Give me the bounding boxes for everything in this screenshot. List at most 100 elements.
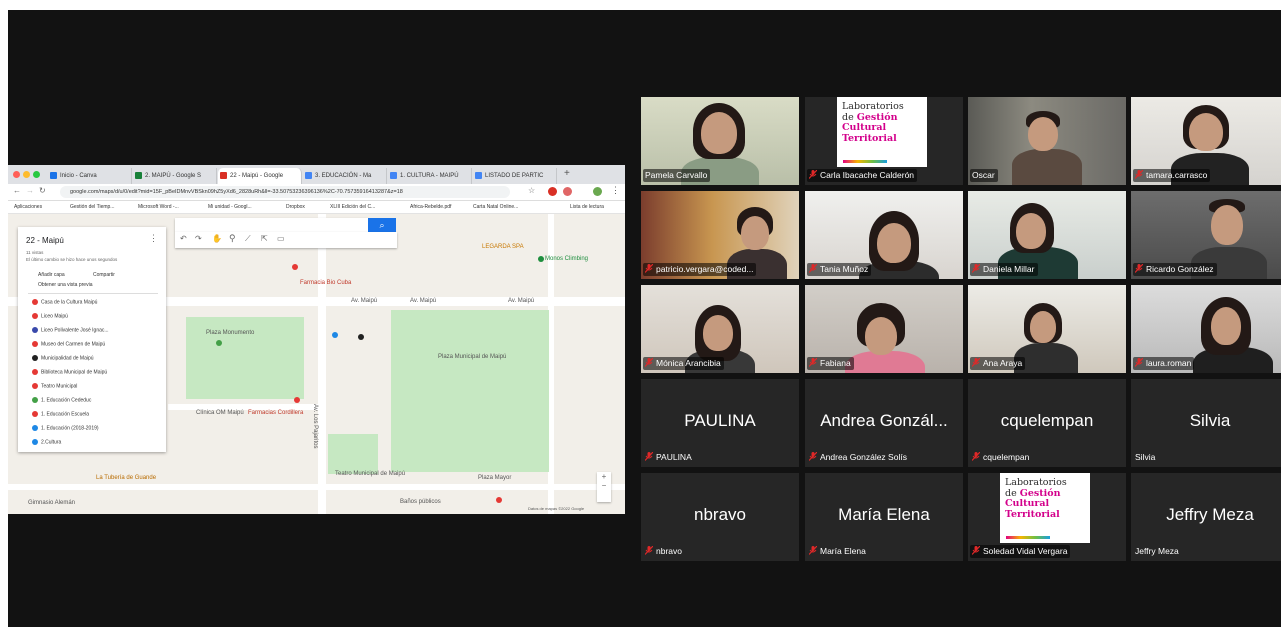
menu-dots-icon[interactable]: ⋮ — [611, 185, 620, 196]
map-search-button[interactable]: ⌕ — [368, 218, 396, 232]
map-layer-item[interactable]: 1. Educación Cededuc — [32, 397, 91, 403]
menu-dots-icon[interactable]: ⋮ — [149, 233, 158, 244]
map-layer-item[interactable]: Liceo Polivalente José Ignac... — [32, 327, 109, 333]
participant-tile[interactable]: Jeffry Meza Jeffry Meza — [1131, 473, 1281, 561]
zoom-out-button[interactable]: − — [597, 481, 611, 490]
participant-name: Ricardo González — [1146, 264, 1214, 274]
participant-tile[interactable]: Silvia Silvia — [1131, 379, 1281, 467]
browser-tab-active[interactable]: 22 - Maipú - Google — [218, 168, 302, 184]
map-pin-icon[interactable] — [358, 334, 364, 340]
participant-name-tag: patricio.vergara@coded... — [643, 263, 757, 276]
share-button[interactable]: Compartir — [93, 272, 115, 278]
browser-tab[interactable]: Inicio - Canva — [48, 168, 132, 184]
participant-tile[interactable]: Laboratorios de Gestión Cultural Territoria… — [805, 97, 963, 185]
map-layer-item[interactable]: 2.Cultura — [32, 439, 61, 445]
participant-display-name: Andrea Gonzál... — [820, 411, 948, 430]
minimize-window-icon[interactable] — [23, 171, 30, 178]
map-pin-icon[interactable] — [496, 497, 502, 503]
new-tab-icon[interactable]: + — [564, 168, 570, 179]
browser-tab[interactable]: 2. MAIPÚ - Google S — [133, 168, 217, 184]
map-layer-item[interactable]: 1. Educación (2018-2019) — [32, 425, 99, 431]
tab-label: Inicio - Canva — [60, 173, 97, 179]
map-label: Farmacias Cordillera — [248, 410, 304, 416]
bookmark-item[interactable]: Lista de lectura — [570, 204, 604, 210]
map-layer-item[interactable]: Teatro Municipal — [32, 383, 77, 389]
participant-tile[interactable]: Mónica Arancibia — [641, 285, 799, 373]
participant-tile[interactable]: Fabiana — [805, 285, 963, 373]
map-label: Clínica OM Maipú — [196, 410, 244, 416]
participant-tile[interactable]: laura.roman — [1131, 285, 1281, 373]
participant-tile[interactable]: PAULINA PAULINA — [641, 379, 799, 467]
directions-icon[interactable]: ⇱ — [261, 234, 268, 243]
map-layer-item[interactable]: Museo del Carmen de Maipú — [32, 341, 105, 347]
marker-icon[interactable]: ⚲ — [229, 233, 236, 244]
map-layer-item[interactable]: Casa de la Cultura Maipú — [32, 299, 97, 305]
google-map[interactable]: Av. Maipú Av. Maipú Av. Maipú Av. Los Pa… — [8, 214, 625, 514]
bookmark-item[interactable]: Mi unidad - Googl... — [208, 204, 252, 210]
participant-tile[interactable]: Tania Muñoz — [805, 191, 963, 279]
participant-tile[interactable]: Oscar — [968, 97, 1126, 185]
map-pin-icon[interactable] — [294, 397, 300, 403]
participant-tile[interactable]: María Elena María Elena — [805, 473, 963, 561]
participant-name: Soledad Vidal Vergara — [983, 546, 1068, 556]
draw-line-icon[interactable]: ⟋ — [245, 234, 251, 244]
participant-name: Silvia — [1135, 452, 1156, 462]
map-pin-icon[interactable] — [216, 340, 222, 346]
muted-mic-icon — [972, 546, 980, 555]
participant-name: Oscar — [972, 170, 995, 180]
participant-tile[interactable]: patricio.vergara@coded... — [641, 191, 799, 279]
map-layer-item[interactable]: Municipalidad de Maipú — [32, 355, 94, 361]
bookmark-star-icon[interactable]: ☆ — [528, 186, 535, 195]
layer-color-icon — [32, 439, 38, 445]
map-layer-label: Biblioteca Municipal de Maipú — [41, 369, 108, 376]
reload-icon[interactable]: ↻ — [39, 186, 46, 195]
participant-name: Fabiana — [820, 358, 851, 368]
bookmark-item[interactable]: XLIII Edición del C... — [330, 204, 375, 210]
preview-button[interactable]: Obtener una vista previa — [38, 282, 92, 288]
participant-tile[interactable]: cquelempan cquelempan — [968, 379, 1126, 467]
maximize-window-icon[interactable] — [33, 171, 40, 178]
bookmark-item[interactable]: Microsoft Word -... — [138, 204, 179, 210]
extension-icon[interactable] — [563, 187, 572, 196]
profile-avatar-icon[interactable] — [593, 187, 602, 196]
bookmark-item[interactable]: Aplicaciones — [14, 204, 42, 210]
bookmark-item[interactable]: Africa-Rebelde.pdf — [410, 204, 451, 210]
participant-name: Carla Ibacache Calderón — [820, 170, 915, 180]
browser-tab[interactable]: 3. EDUCACIÓN - Ma — [303, 168, 387, 184]
map-pin-icon[interactable] — [332, 332, 338, 338]
ruler-icon[interactable]: ▭ — [277, 234, 285, 243]
map-search-input[interactable] — [175, 218, 368, 232]
map-pin-icon[interactable] — [538, 256, 544, 262]
forward-icon[interactable]: → — [26, 186, 34, 195]
participant-tile[interactable]: Pamela Carvallo — [641, 97, 799, 185]
map-pin-icon[interactable] — [292, 264, 298, 270]
participant-tile[interactable]: Ana Araya — [968, 285, 1126, 373]
close-window-icon[interactable] — [13, 171, 20, 178]
redo-icon[interactable]: ↷ — [195, 234, 202, 243]
hand-icon[interactable]: ✋ — [212, 234, 222, 243]
browser-tab[interactable]: LISTADO DE PARTIC — [473, 168, 557, 184]
participant-name: patricio.vergara@coded... — [656, 264, 754, 274]
undo-icon[interactable]: ↶ — [180, 234, 187, 243]
back-icon[interactable]: ← — [13, 186, 21, 195]
zoom-in-button[interactable]: + — [597, 472, 611, 481]
browser-tab[interactable]: 1. CULTURA - MAIPÚ — [388, 168, 472, 184]
map-title[interactable]: 22 - Maipú — [26, 236, 64, 245]
bookmark-item[interactable]: Dropbox — [286, 204, 305, 210]
add-layer-button[interactable]: Añadir capa — [38, 272, 65, 278]
bookmark-item[interactable]: Carta Natal Online... — [473, 204, 518, 210]
tab-favicon-icon — [220, 172, 227, 179]
map-layer-item[interactable]: Biblioteca Municipal de Maipú — [32, 369, 107, 375]
participant-tile[interactable]: nbravo nbravo — [641, 473, 799, 561]
participant-tile[interactable]: Ricardo González — [1131, 191, 1281, 279]
participant-tile[interactable]: Daniela Millar — [968, 191, 1126, 279]
bookmark-item[interactable]: Gestión del Tiemp... — [70, 204, 114, 210]
map-layer-label: 2.Cultura — [41, 439, 62, 446]
extension-icon[interactable] — [548, 187, 557, 196]
url-field[interactable]: google.com/maps/d/u/0/edit?mid=15F_pBeID… — [60, 186, 510, 198]
participant-tile[interactable]: Andrea Gonzál... Andrea González Solís — [805, 379, 963, 467]
map-layer-item[interactable]: 1. Educación Escuela — [32, 411, 89, 417]
participant-tile[interactable]: Laboratorios de Gestión Cultural Territoria… — [968, 473, 1126, 561]
map-layer-item[interactable]: Liceo Maipú — [32, 313, 68, 319]
participant-tile[interactable]: tamara.carrasco — [1131, 97, 1281, 185]
